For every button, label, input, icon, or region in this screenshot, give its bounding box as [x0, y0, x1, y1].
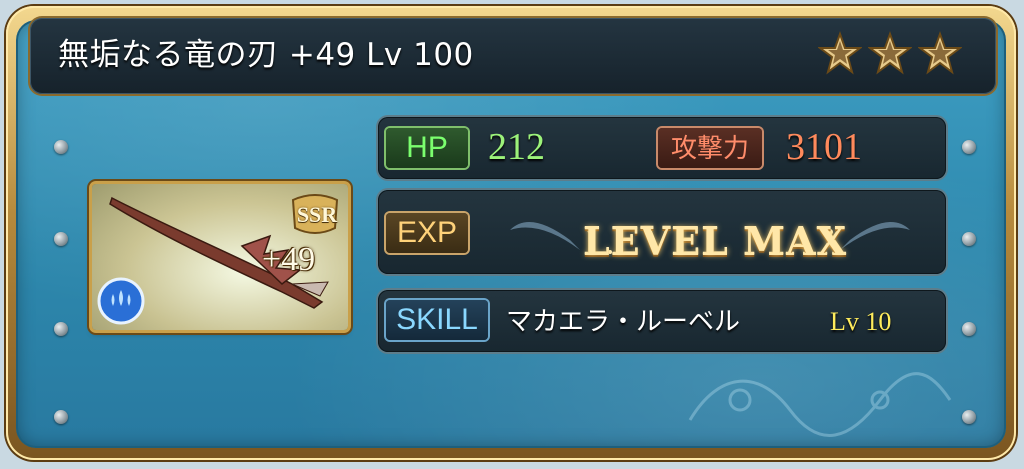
rivet: [54, 140, 68, 154]
skill-name: マカエラ・ルーベル: [506, 307, 741, 337]
skill-level: Lv 10: [830, 307, 892, 336]
rivet: [962, 322, 976, 336]
star-icon: [868, 31, 912, 75]
rivet: [962, 410, 976, 424]
rivet: [54, 410, 68, 424]
level-max-text: LEVEL MAX: [582, 219, 848, 264]
star-icon: [918, 31, 962, 75]
background-ornament: [688, 372, 952, 437]
star-icon: [818, 31, 862, 75]
rarity-stars: [818, 31, 968, 79]
water-element-icon: [97, 277, 145, 325]
hp-value: 212: [488, 126, 545, 168]
weapon-title: 無垢なる竜の刃 +49 Lv 100: [58, 37, 474, 73]
exp-label: EXP: [386, 213, 468, 253]
attack-value: 3101: [786, 126, 862, 168]
attack-label: 攻撃力: [658, 128, 762, 168]
hp-label: HP: [386, 128, 468, 168]
skill-label: SKILL: [386, 300, 488, 340]
rivet: [962, 140, 976, 154]
plus-bonus: +49: [262, 241, 316, 278]
rivet: [962, 232, 976, 246]
rarity-badge: SSR: [296, 202, 338, 227]
rivet: [54, 322, 68, 336]
rivet: [54, 232, 68, 246]
